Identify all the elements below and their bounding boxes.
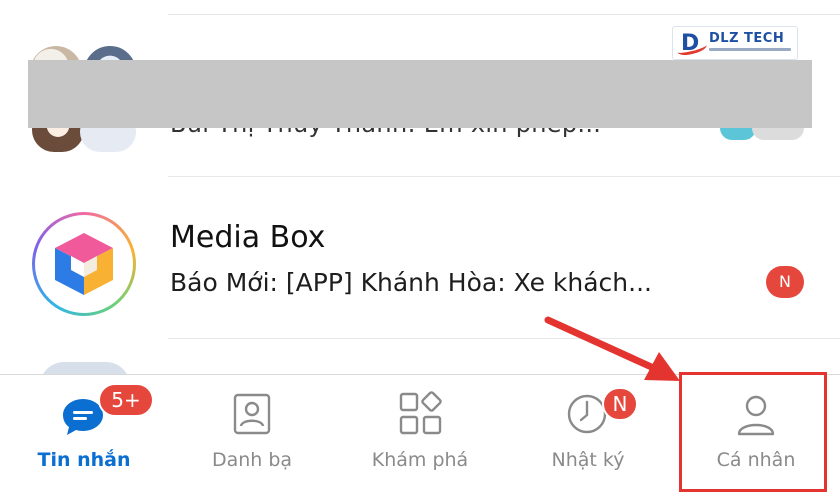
- discover-grid-icon: [399, 391, 442, 435]
- row-divider: [168, 338, 840, 339]
- logo-tagline-line: [709, 48, 791, 51]
- watermark-logo: D DLZ TECH: [672, 26, 798, 60]
- new-badge: N: [602, 387, 638, 421]
- tab-discover-label: Khám phá: [371, 449, 469, 471]
- new-badge: N: [766, 266, 804, 298]
- annotation-highlight-box: [679, 372, 827, 492]
- redaction-bar: [28, 60, 812, 128]
- media-box-avatar: [32, 212, 136, 316]
- tab-messages-label: Tin nhắn: [37, 449, 131, 471]
- media-box-cube-icon: [55, 233, 113, 295]
- conversation-title: Media Box: [170, 220, 326, 255]
- tab-timeline-label: Nhật ký: [551, 449, 625, 471]
- tab-messages[interactable]: 5+ Tin nhắn: [0, 375, 168, 501]
- contacts-icon: [233, 393, 271, 435]
- tab-discover[interactable]: Khám phá: [336, 375, 504, 501]
- tab-contacts[interactable]: Danh bạ: [168, 375, 336, 501]
- annotation-arrow-icon: [544, 316, 680, 381]
- unread-count-badge: 5+: [98, 383, 154, 417]
- message-preview: Báo Mới: [APP] Khánh Hòa: Xe khách...: [170, 268, 652, 297]
- tab-contacts-label: Danh bạ: [211, 449, 293, 471]
- logo-letter: D: [681, 31, 700, 56]
- logo-brand-text: DLZ TECH: [709, 31, 785, 46]
- tab-timeline[interactable]: N Nhật ký: [504, 375, 672, 501]
- row-divider: [168, 176, 840, 177]
- row-divider: [168, 14, 840, 15]
